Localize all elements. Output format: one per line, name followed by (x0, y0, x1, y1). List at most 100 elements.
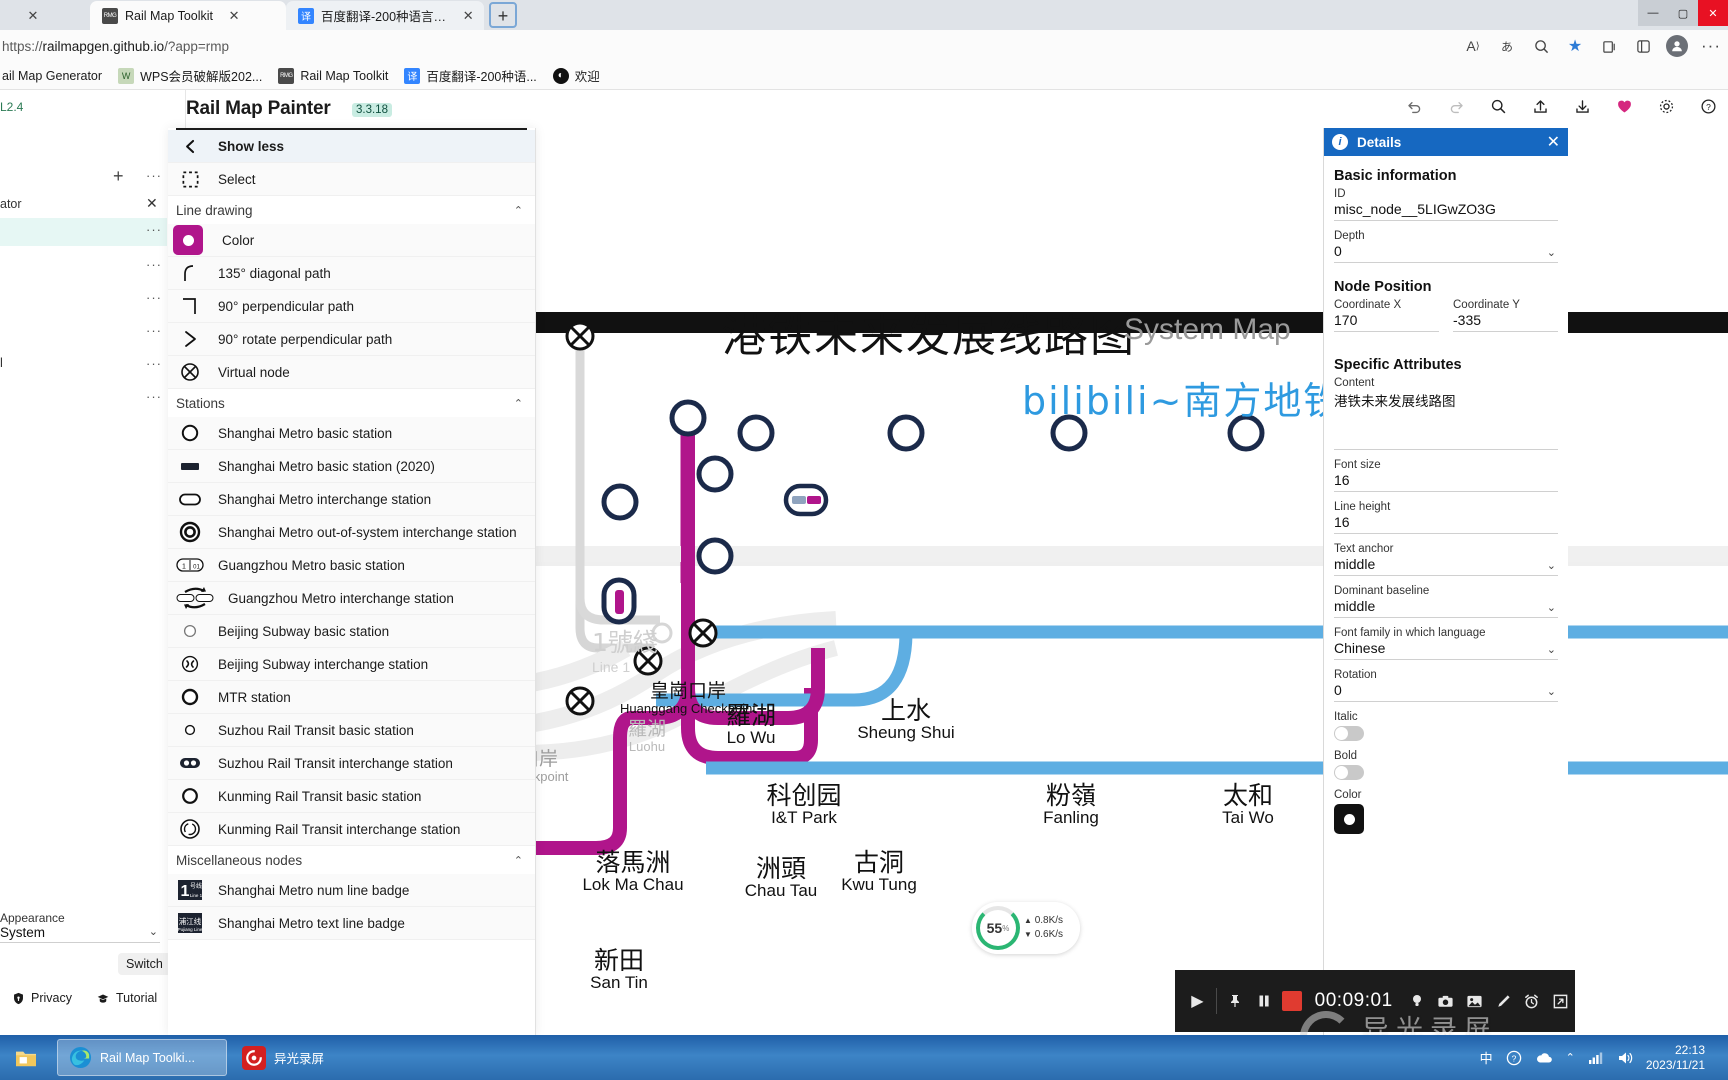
station-guangzhou-interchange[interactable]: Guangzhou Metro interchange station (168, 582, 535, 615)
taskbar-item-file-explorer[interactable] (4, 1039, 56, 1076)
tool-color[interactable]: Color (168, 224, 535, 257)
tool-rotate-perpendicular-path[interactable]: 90° rotate perpendicular path (168, 323, 535, 356)
field-dominant-baseline[interactable]: Dominant baseline middle ⌄ (1334, 585, 1558, 618)
field-value[interactable]: Chinese (1334, 640, 1558, 660)
taskbar-item-yglp[interactable]: 异光录屏 (232, 1039, 377, 1076)
clock[interactable]: 22:13 2023/11/21 (1646, 1043, 1705, 1073)
appearance-value[interactable]: System ⌄ (0, 925, 160, 943)
station-mtr[interactable]: MTR station (168, 681, 535, 714)
chevron-up-icon[interactable]: ⌃ (514, 397, 523, 410)
ime-icon[interactable]: 中 (1480, 1048, 1493, 1067)
switch-button[interactable]: Switch (118, 953, 171, 975)
onedrive-icon[interactable] (1535, 1051, 1553, 1065)
alarm-icon[interactable] (1518, 983, 1547, 1019)
help-icon[interactable]: ? (1698, 96, 1718, 116)
bookmark-item[interactable]: ail Map Generator (0, 67, 108, 85)
station-shanghai-interchange[interactable]: Shanghai Metro interchange station (168, 483, 535, 516)
field-content[interactable]: Content 港铁未来发展线路图 (1334, 377, 1558, 450)
close-icon[interactable]: ✕ (1547, 132, 1560, 152)
field-coordinate-y[interactable]: Coordinate Y -335 (1453, 299, 1558, 332)
more-icon[interactable]: ··· (146, 257, 162, 272)
more-icon[interactable]: ··· (146, 222, 162, 237)
field-rotation[interactable]: Rotation 0 ⌄ (1334, 669, 1558, 702)
zoom-in-icon[interactable] (1488, 96, 1508, 116)
bookmark-item[interactable]: ◐ 欢迎 (547, 64, 606, 87)
background-selected-row[interactable] (0, 218, 167, 246)
tool-virtual-node[interactable]: Virtual node (168, 356, 535, 389)
tool-diagonal-path[interactable]: 135° diagonal path (168, 257, 535, 290)
misc-num-line-badge[interactable]: 1 号线 Line 1 Shanghai Metro num line badg… (168, 874, 535, 907)
station-suzhou-interchange[interactable]: Suzhou Rail Transit interchange station (168, 747, 535, 780)
pause-icon[interactable] (1249, 983, 1278, 1019)
station-kunming-interchange[interactable]: Kunming Rail Transit interchange station (168, 813, 535, 846)
field-text-anchor[interactable]: Text anchor middle ⌄ (1334, 543, 1558, 576)
station-shanghai-basic[interactable]: Shanghai Metro basic station (168, 417, 535, 450)
color-swatch-icon[interactable] (168, 225, 208, 255)
chevron-down-icon[interactable]: ⌄ (1547, 643, 1556, 656)
collections-icon[interactable] (1598, 35, 1620, 57)
browser-tab-1[interactable]: RMG Rail Map Toolkit ✕ (90, 1, 286, 30)
close-window-button[interactable]: ✕ (1698, 0, 1728, 26)
station-beijing-basic[interactable]: Beijing Subway basic station (168, 615, 535, 648)
more-icon[interactable]: ··· (146, 356, 162, 371)
section-stations[interactable]: Stations ⌃ (168, 389, 535, 417)
close-icon[interactable]: ✕ (462, 8, 474, 24)
field-value[interactable]: middle (1334, 598, 1558, 618)
station-suzhou-basic[interactable]: Suzhou Rail Transit basic station (168, 714, 535, 747)
new-tab-button[interactable]: + (489, 2, 517, 28)
privacy-link[interactable]: Privacy (12, 991, 72, 1005)
field-depth[interactable]: Depth 0 ⌄ (1334, 230, 1558, 263)
translate-icon[interactable]: あ (1496, 35, 1518, 57)
play-arrow-icon[interactable]: ▶ (1183, 983, 1212, 1019)
pin-icon[interactable] (1221, 983, 1250, 1019)
profile-avatar-icon[interactable] (1666, 35, 1688, 57)
favorite-star-icon[interactable]: ★ (1564, 35, 1586, 57)
maximize-button[interactable]: ▢ (1668, 0, 1698, 26)
field-value[interactable]: 0 (1334, 243, 1558, 263)
tutorial-link[interactable]: Tutorial (96, 991, 157, 1005)
taskbar-item-edge[interactable]: Rail Map Toolki... (57, 1039, 227, 1076)
show-hidden-icons-icon[interactable]: ⌃ (1566, 1051, 1575, 1064)
show-less-button[interactable]: Show less (168, 130, 535, 163)
bookmark-item[interactable]: W WPS会员破解版202... (112, 64, 268, 87)
close-icon[interactable]: ✕ (146, 195, 158, 212)
field-color[interactable]: Color (1334, 789, 1558, 834)
add-icon[interactable]: + (113, 166, 124, 187)
bookmark-item[interactable]: RMG Rail Map Toolkit (272, 66, 394, 86)
chevron-down-icon[interactable]: ⌄ (1547, 246, 1556, 259)
color-swatch-icon[interactable] (1334, 804, 1364, 834)
field-value[interactable]: 170 (1334, 312, 1439, 332)
field-font-size[interactable]: Font size 16 (1334, 459, 1558, 492)
section-line-drawing[interactable]: Line drawing ⌃ (168, 196, 535, 224)
heart-icon[interactable] (1614, 96, 1634, 116)
chevron-up-icon[interactable]: ⌃ (514, 854, 523, 867)
read-aloud-icon[interactable]: A ⟩ (1462, 35, 1484, 57)
redo-icon[interactable] (1446, 96, 1466, 116)
appearance-control[interactable]: Appearance System ⌄ (0, 911, 160, 943)
misc-text-line-badge[interactable]: 浦江线 Pujiang Line Shanghai Metro text lin… (168, 907, 535, 940)
field-value[interactable]: 16 (1334, 472, 1558, 492)
chevron-down-icon[interactable]: ⌄ (149, 925, 158, 938)
close-icon[interactable]: ✕ (226, 8, 242, 24)
field-value[interactable]: -335 (1453, 312, 1558, 332)
help-circle-icon[interactable]: ? (1506, 1050, 1522, 1066)
browser-tab-2[interactable]: 译 百度翻译-200种语言互译、沟通 ✕ (286, 1, 484, 30)
italic-toggle[interactable] (1334, 726, 1364, 741)
undo-icon[interactable] (1404, 96, 1424, 116)
upload-icon[interactable] (1530, 96, 1550, 116)
network-speed-widget[interactable]: 55% ▲ 0.8K/s ▼ 0.6K/s (972, 902, 1080, 954)
more-icon[interactable]: ··· (146, 323, 162, 338)
station-kunming-basic[interactable]: Kunming Rail Transit basic station (168, 780, 535, 813)
station-shanghai-out-of-system[interactable]: Shanghai Metro out-of-system interchange… (168, 516, 535, 549)
more-icon[interactable]: ··· (146, 168, 162, 183)
field-value[interactable]: 0 (1334, 682, 1558, 702)
field-line-height[interactable]: Line height 16 (1334, 501, 1558, 534)
field-value[interactable]: middle (1334, 556, 1558, 576)
field-coordinate-x[interactable]: Coordinate X 170 (1334, 299, 1439, 332)
zoom-icon[interactable] (1530, 35, 1552, 57)
network-icon[interactable] (1588, 1051, 1604, 1065)
chevron-down-icon[interactable]: ⌄ (1547, 601, 1556, 614)
station-beijing-interchange[interactable]: Beijing Subway interchange station (168, 648, 535, 681)
more-icon[interactable]: ··· (146, 389, 162, 404)
browser-tab-0[interactable]: ✕ (0, 1, 90, 30)
